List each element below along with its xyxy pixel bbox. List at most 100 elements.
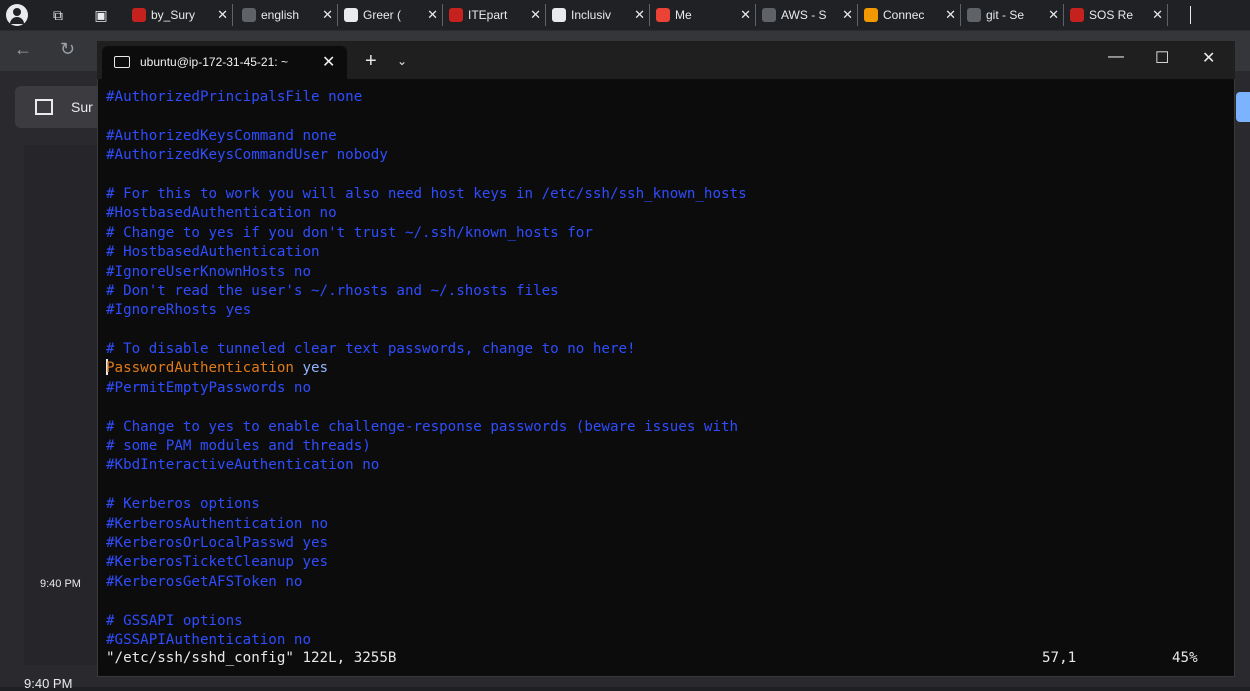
- workspaces-icon[interactable]: ⧉: [47, 4, 69, 26]
- comment-text: #KerberosGetAFSToken no: [106, 573, 303, 590]
- comment-text: #AuthorizedPrincipalsFile none: [106, 89, 363, 105]
- browser-tab-label: Me: [675, 8, 692, 22]
- terminal-line: #PermitEmptyPasswords no: [106, 379, 1226, 398]
- status-cursor-position: 57,1: [1042, 650, 1077, 666]
- comment-text: # GSSAPI options: [106, 612, 243, 629]
- minimize-button[interactable]: —: [1108, 48, 1124, 66]
- tab-close-icon[interactable]: ✕: [634, 7, 645, 23]
- comment-text: # Change to yes to enable challenge-resp…: [106, 418, 739, 435]
- comment-text: #KerberosOrLocalPasswd yes: [106, 534, 329, 551]
- status-scroll-percent: 45%: [1172, 650, 1198, 666]
- browser-tab-label: AWS - S: [781, 8, 827, 22]
- terminal-line: # For this to work you will also need ho…: [106, 185, 1226, 204]
- vertical-tabs-icon[interactable]: ▣: [90, 4, 112, 26]
- terminal-line: #KbdInteractiveAuthentication no: [106, 456, 1226, 475]
- profile-avatar-icon[interactable]: [6, 4, 28, 26]
- taskbar-time-label: 9:40 PM: [24, 676, 73, 691]
- comment-text: #GSSAPIAuthentication no: [106, 631, 311, 648]
- terminal-line: # To disable tunneled clear text passwor…: [106, 340, 1226, 359]
- browser-tab-label: english: [261, 8, 300, 22]
- terminal-line: # Change to yes if you don't trust ~/.ss…: [106, 224, 1226, 243]
- comment-text: #KbdInteractiveAuthentication no: [106, 457, 380, 474]
- browser-tab[interactable]: english ✕: [238, 4, 338, 26]
- comment-text: # To disable tunneled clear text passwor…: [106, 341, 636, 358]
- browser-tab[interactable]: Greer ( ✕: [340, 4, 443, 26]
- comment-text: #PermitEmptyPasswords no: [106, 379, 311, 396]
- browser-tab[interactable]: Me ✕: [652, 4, 756, 26]
- upload-icon: [35, 99, 53, 115]
- browser-tab[interactable]: AWS - S ✕: [758, 4, 858, 26]
- tab-strip-divider: [1190, 6, 1191, 24]
- tab-close-icon[interactable]: ✕: [1048, 7, 1059, 23]
- status-file-info: "/etc/ssh/sshd_config" 122L, 3255B: [106, 650, 397, 666]
- browser-tab-label: by_Sury: [151, 8, 196, 22]
- browser-tab[interactable]: Inclusiv ✕: [548, 4, 650, 26]
- terminal-tab-close-icon[interactable]: ✕: [322, 52, 335, 72]
- tab-favicon-icon: [1070, 8, 1084, 22]
- browser-tab-label: ITEpart: [468, 8, 508, 22]
- tab-favicon-icon: [864, 8, 878, 22]
- comment-text: # Change to yes if you don't trust ~/.ss…: [106, 224, 593, 241]
- back-arrow-icon[interactable]: ←: [14, 39, 32, 60]
- tab-close-icon[interactable]: ✕: [427, 7, 438, 23]
- tab-close-icon[interactable]: ✕: [322, 7, 333, 23]
- close-button[interactable]: ✕: [1202, 48, 1215, 68]
- tab-close-icon[interactable]: ✕: [1152, 7, 1163, 23]
- terminal-line: #HostbasedAuthentication no: [106, 204, 1226, 223]
- comment-text: #KerberosTicketCleanup yes: [106, 554, 329, 571]
- comment-text: # For this to work you will also need ho…: [106, 185, 747, 202]
- terminal-line: PasswordAuthentication yes: [106, 359, 1226, 378]
- terminal-line: #GSSAPIAuthentication no: [106, 631, 1226, 650]
- terminal-line: # GSSAPI options: [106, 612, 1226, 631]
- chevron-down-icon[interactable]: ⌄: [397, 54, 407, 68]
- comment-text: #HostbasedAuthentication no: [106, 205, 337, 222]
- browser-tab-label: Inclusiv: [571, 8, 612, 22]
- terminal-tab[interactable]: ubuntu@ip-172-31-45-21: ~ ✕: [102, 46, 347, 79]
- new-tab-button[interactable]: +: [365, 50, 377, 73]
- tab-close-icon[interactable]: ✕: [945, 7, 956, 23]
- browser-tab[interactable]: ITEpart ✕: [445, 4, 546, 26]
- tab-close-icon[interactable]: ✕: [740, 7, 751, 23]
- comment-text: # HostbasedAuthentication: [106, 244, 320, 261]
- tab-close-icon[interactable]: ✕: [217, 7, 228, 23]
- browser-tab[interactable]: SOS Re ✕: [1066, 4, 1168, 26]
- tab-close-icon[interactable]: ✕: [842, 7, 853, 23]
- terminal-line: # HostbasedAuthentication: [106, 243, 1226, 262]
- browser-tab[interactable]: Connec ✕: [860, 4, 961, 26]
- terminal-line: #AuthorizedKeysCommand none: [106, 127, 1226, 146]
- tab-favicon-icon: [967, 8, 981, 22]
- terminal-line: #KerberosGetAFSToken no: [106, 573, 1226, 592]
- browser-tab-label: Greer (: [363, 8, 402, 22]
- maximize-button[interactable]: ☐: [1155, 48, 1169, 68]
- comment-text: # Kerberos options: [106, 496, 260, 513]
- comment-text: # some PAM modules and threads): [106, 438, 371, 455]
- browser-tab-label: SOS Re: [1089, 8, 1134, 22]
- terminal-tab-title: ubuntu@ip-172-31-45-21: ~: [140, 55, 288, 69]
- comment-text: #IgnoreRhosts yes: [106, 302, 252, 319]
- background-card-label: Sur: [71, 99, 93, 115]
- terminal-buffer[interactable]: #AuthorizedPrincipalsFile none #Authorize…: [106, 88, 1226, 650]
- terminal-line: # Change to yes to enable challenge-resp…: [106, 418, 1226, 437]
- terminal-line: #IgnoreRhosts yes: [106, 301, 1226, 320]
- browser-tab[interactable]: git - Se ✕: [963, 4, 1064, 26]
- browser-tab-label: Connec: [883, 8, 925, 22]
- directive-value: yes: [302, 360, 329, 377]
- reload-icon[interactable]: ↻: [60, 39, 75, 60]
- background-time-label: 9:40 PM: [40, 578, 81, 590]
- tab-close-icon[interactable]: ✕: [530, 7, 541, 23]
- terminal-line: # Don't read the user's ~/.rhosts and ~/…: [106, 282, 1226, 301]
- browser-tab[interactable]: by_Sury ✕: [128, 4, 233, 26]
- comment-text: #KerberosAuthentication no: [106, 515, 329, 532]
- comment-text: # Don't read the user's ~/.rhosts and ~/…: [106, 282, 559, 299]
- tab-favicon-icon: [762, 8, 776, 22]
- comment-text: #AuthorizedKeysCommand none: [106, 127, 337, 144]
- tab-favicon-icon: [449, 8, 463, 22]
- tab-favicon-icon: [132, 8, 146, 22]
- directive-key: PasswordAuthentication: [106, 360, 294, 377]
